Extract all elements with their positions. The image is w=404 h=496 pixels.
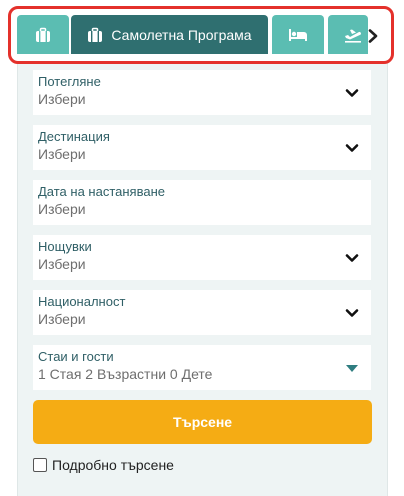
tab-flight-program[interactable]: Самолетна Програма <box>71 15 268 54</box>
checkin-value: Избери <box>38 201 86 217</box>
search-widget: Самолетна Програма Потегляне Избери Дест <box>0 0 404 496</box>
nationality-value: Избери <box>38 311 86 327</box>
departure-value: Избери <box>38 91 86 107</box>
chevron-down-icon <box>345 254 359 262</box>
destination-value: Избери <box>38 146 86 162</box>
chevron-down-icon <box>345 144 359 152</box>
departure-select[interactable]: Потегляне Избери <box>33 70 371 115</box>
chevron-down-icon <box>345 89 359 97</box>
rooms-guests-select[interactable]: Стаи и гости 1 Стая 2 Възрастни 0 Дете <box>33 345 371 390</box>
nights-value: Избери <box>38 256 86 272</box>
caret-down-icon <box>346 365 358 372</box>
nationality-select[interactable]: Националност Избери <box>33 290 371 335</box>
plane-departure-icon <box>345 29 361 43</box>
checkin-date-field[interactable]: Дата на настаняване Избери <box>33 180 371 225</box>
checkin-label: Дата на настаняване <box>38 184 165 199</box>
chevron-down-icon <box>345 309 359 317</box>
tab-package[interactable] <box>17 15 69 54</box>
bed-icon <box>289 28 307 41</box>
advanced-search-checkbox[interactable] <box>33 458 47 472</box>
suitcase-icon <box>88 27 103 42</box>
rooms-value: 1 Стая 2 Възрастни 0 Дете <box>38 366 213 382</box>
destination-select[interactable]: Дестинация Избери <box>33 125 371 170</box>
suitcase-icon <box>36 27 50 42</box>
departure-label: Потегляне <box>38 74 101 89</box>
advanced-search-toggle[interactable]: Подробно търсене <box>33 455 174 475</box>
tab-label: Самолетна Програма <box>111 26 252 43</box>
nationality-label: Националност <box>38 294 126 309</box>
destination-label: Дестинация <box>38 129 110 144</box>
advanced-search-label: Подробно търсене <box>52 457 174 473</box>
tab-hotel[interactable] <box>272 15 324 54</box>
chevron-right-icon <box>368 29 378 43</box>
nights-label: Нощувки <box>38 239 92 254</box>
search-button[interactable]: Търсене <box>33 400 372 444</box>
nights-select[interactable]: Нощувки Избери <box>33 235 371 280</box>
tabs-scroll-right-button[interactable] <box>362 24 384 48</box>
rooms-label: Стаи и гости <box>38 349 114 364</box>
